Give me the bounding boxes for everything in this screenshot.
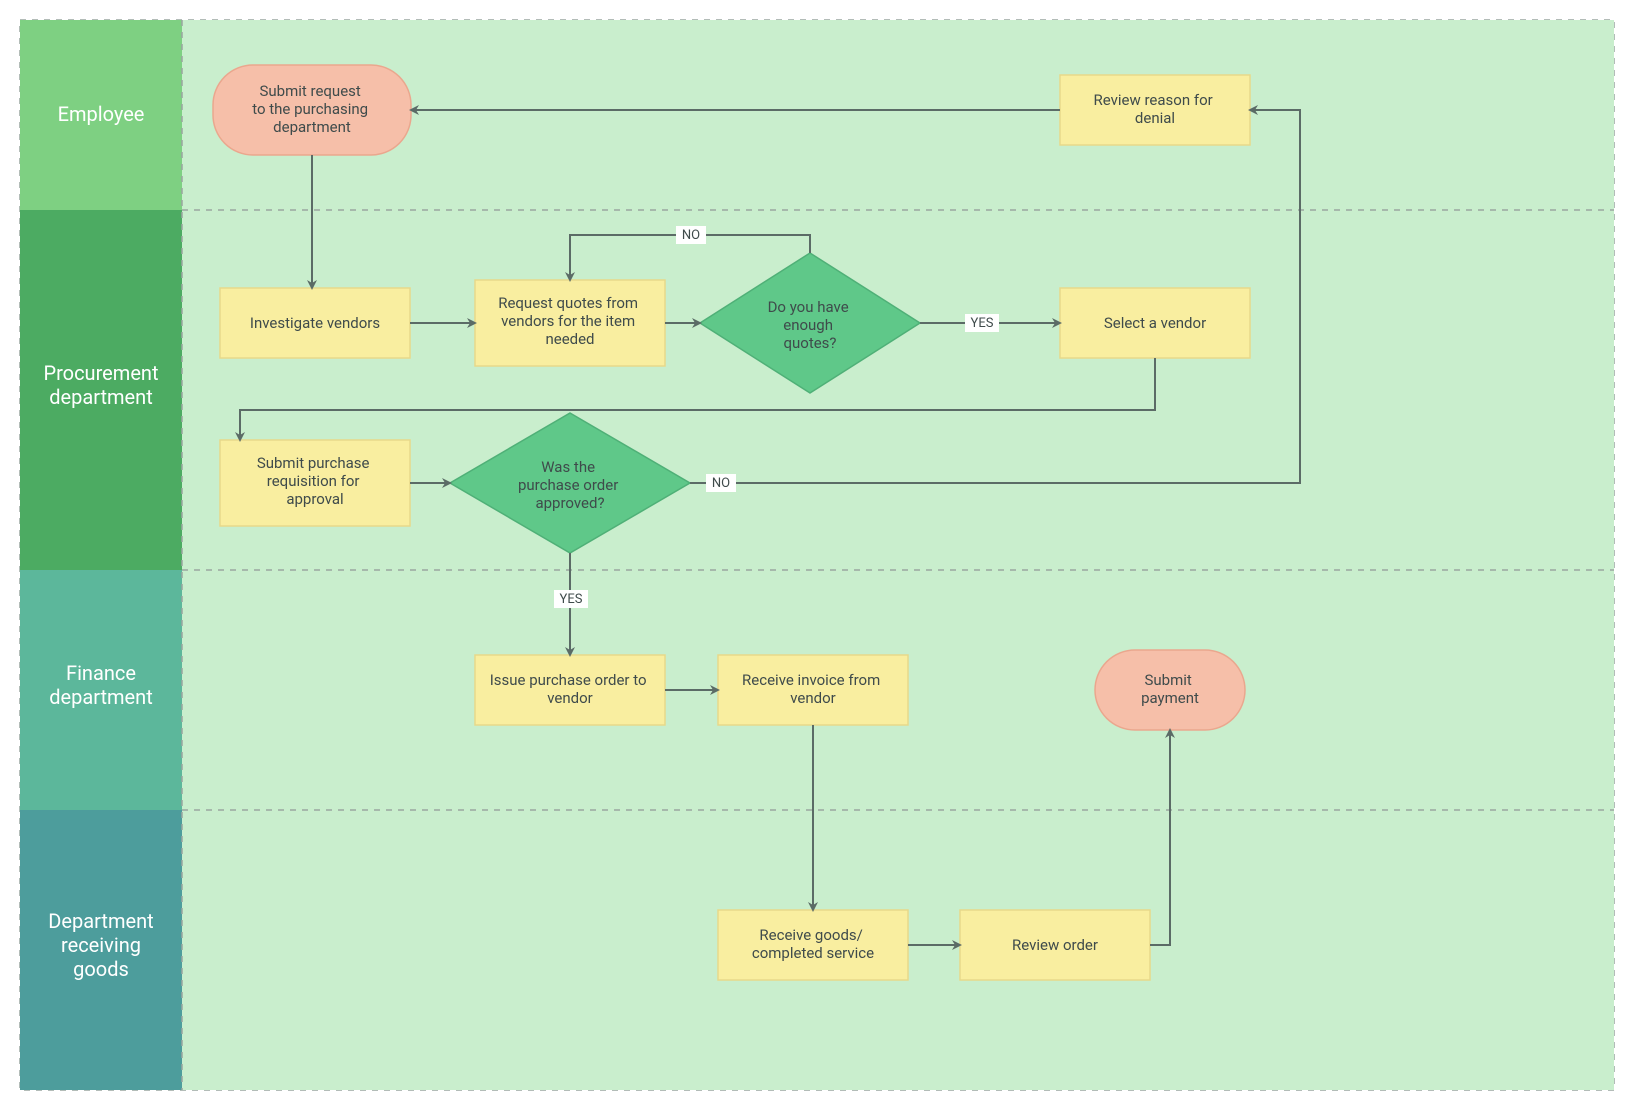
label-no-1: NO (682, 228, 700, 243)
node-investigate-vendors: Investigate vendors (220, 288, 410, 358)
label-no-2: NO (712, 476, 730, 491)
node-submit-requisition: Submit purchase requisition for approval (220, 440, 410, 526)
svg-text:Procurementdepartment: Procurementdepartment (43, 361, 158, 409)
svg-text:Submit payment: Submit payment (1141, 671, 1199, 707)
node-review-order: Review order (960, 910, 1150, 980)
svg-text:Select a vendor: Select a vendor (1104, 314, 1206, 332)
node-issue-po: Issue purchase order to vendor (475, 655, 665, 725)
swimlane-diagram: Employee Procurementdepartment Financede… (0, 0, 1634, 1110)
node-request-quotes: Request quotes from vendors for the item… (475, 280, 665, 366)
lane-label-finance-2: department (49, 685, 153, 709)
node-select-vendor: Select a vendor (1060, 288, 1250, 358)
lane-label-finance-1: Finance (66, 661, 136, 685)
lane-label-procurement-2: department (49, 385, 153, 409)
lane-label-receiving-1: Department (48, 909, 153, 933)
lane-label-employee: Employee (58, 102, 145, 126)
lane-label-receiving-2: receiving (61, 933, 141, 957)
label-yes-1: YES (971, 316, 994, 331)
node-receive-invoice: Receive invoice from vendor (718, 655, 908, 725)
lane-label-procurement-1: Procurement (43, 361, 158, 385)
lane-label-receiving-3: goods (73, 957, 129, 981)
node-receive-goods: Receive goods/ completed service (718, 910, 908, 980)
svg-text:Receive goods/ completed: Receive goods/ completed service (752, 926, 874, 962)
node-submit-request: Submit request to the purchasing departm… (213, 65, 411, 155)
svg-text:Review order: Review order (1012, 936, 1098, 954)
svg-text:Employee: Employee (58, 102, 145, 126)
svg-text:Investigate vendors: Investigate vendors (250, 314, 380, 332)
node-review-denial: Review reason for denial (1060, 75, 1250, 145)
label-yes-2: YES (560, 592, 583, 607)
node-submit-payment: Submit payment (1095, 650, 1245, 730)
